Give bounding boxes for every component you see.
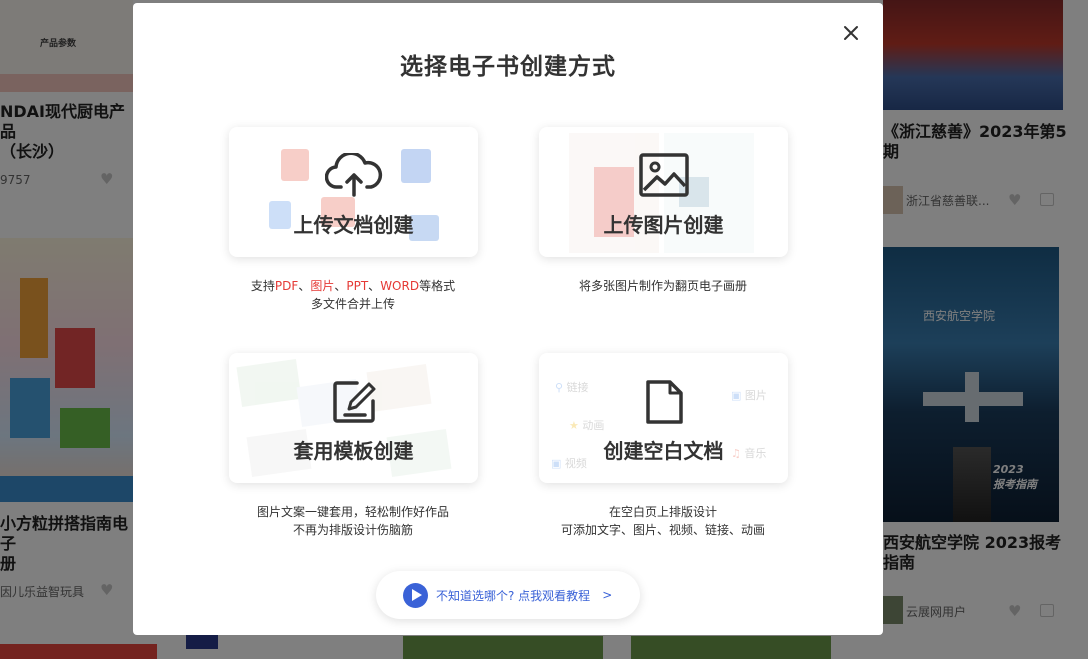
option-label: 上传图片创建: [603, 213, 724, 237]
chevron-right-icon: >: [602, 588, 613, 602]
cloud-upload-icon: [229, 153, 478, 199]
option-label: 套用模板创建: [293, 439, 414, 463]
play-icon: [403, 582, 428, 608]
upload-image-description: 将多张图片制作为翻页电子画册: [578, 279, 747, 293]
upload-document-description: 支持PDF、图片、PPT、WORD等格式 多文件合并上传: [250, 279, 456, 311]
blank-document-option[interactable]: ⚲ 链接 ★ 动画 ▣ 视频 ▣ 图片 ♫ 音乐 创建空白文档: [539, 353, 788, 483]
dialog-title: 选择电子书创建方式: [400, 54, 616, 80]
use-template-description: 图片文案一键套用，轻松制作好作品 不再为排版设计伤脑筋: [256, 505, 449, 537]
tutorial-text: 不知道选哪个? 点我观看教程: [436, 588, 591, 603]
upload-document-option[interactable]: 上传文档创建: [229, 127, 478, 257]
image-icon: [539, 153, 788, 199]
blank-document-description: 在空白页上排版设计 可添加文字、图片、视频、链接、动画: [560, 505, 765, 537]
option-label: 创建空白文档: [603, 439, 724, 463]
watch-tutorial-button[interactable]: 不知道选哪个? 点我观看教程 >: [376, 571, 640, 619]
option-label: 上传文档创建: [293, 213, 414, 237]
upload-image-option[interactable]: 上传图片创建: [539, 127, 788, 257]
create-ebook-dialog: 选择电子书创建方式 上传文档创建 支持PDF、图片、PPT、WORD等格式 多文…: [133, 3, 883, 635]
edit-icon: [229, 379, 478, 425]
close-icon[interactable]: [841, 23, 861, 43]
blank-document-icon: [539, 379, 788, 425]
use-template-option[interactable]: 套用模板创建: [229, 353, 478, 483]
